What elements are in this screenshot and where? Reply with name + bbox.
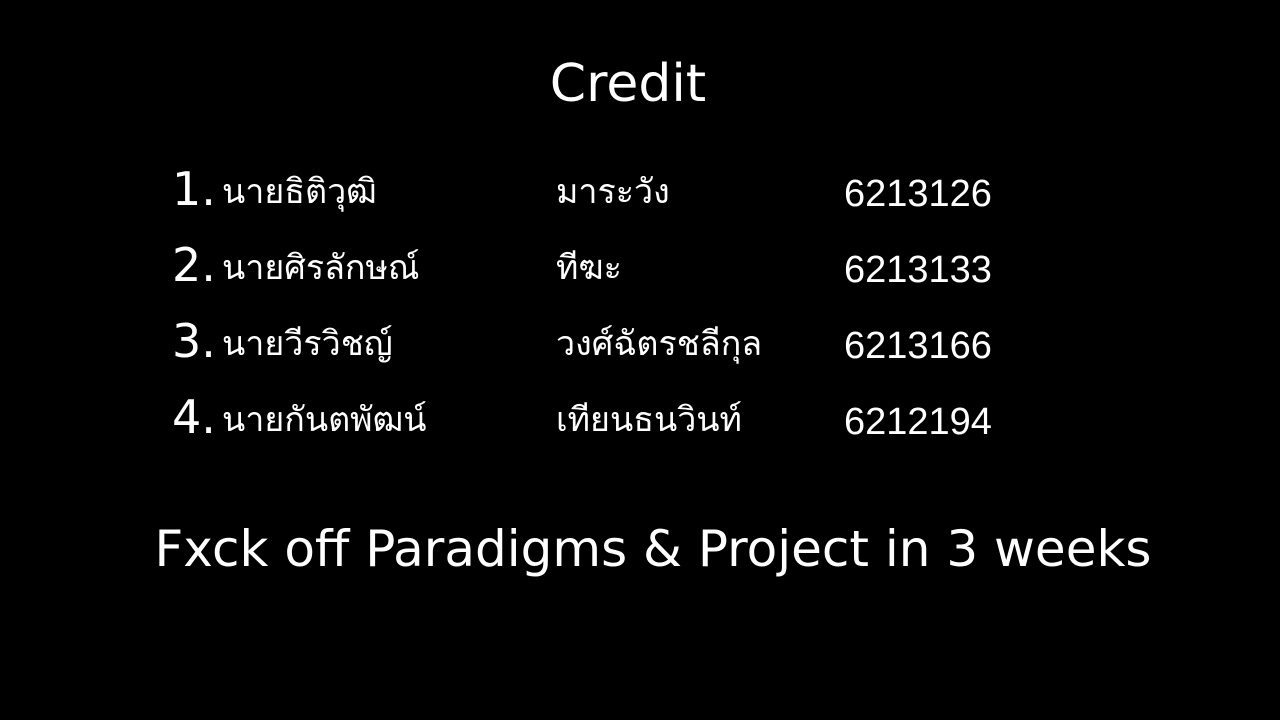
credit-first-name: นายวีรวิชญ์ [222,324,393,364]
credit-first-name: นายธิติวุฒิ [222,172,377,212]
credit-student-id: 6212194 [844,401,992,443]
credit-last-name: วงศ์ฉัตรชลีกุล [556,324,763,364]
credit-number: 4. [172,390,216,444]
credit-row: 3. นายวีรวิชญ์ วงศ์ฉัตรชลีกุล 6213166 [172,310,1072,386]
credit-student-id: 6213126 [844,173,992,215]
credit-last-name: เทียนธนวินท์ [556,400,742,440]
credit-number: 1. [172,162,216,216]
credit-student-id: 6213133 [844,249,992,291]
credit-number: 2. [172,238,216,292]
credit-student-id: 6213166 [844,325,992,367]
credit-first-name: นายกันตพัฒน์ [222,400,427,440]
credit-number: 3. [172,314,216,368]
credit-row: 4. นายกันตพัฒน์ เทียนธนวินท์ 6212194 [172,386,1072,462]
slide: Credit 1. นายธิติวุฒิ มาระวัง 6213126 2.… [0,0,1280,720]
credit-row: 1. นายธิติวุฒิ มาระวัง 6213126 [172,158,1072,234]
slide-footer-text: Fxck off Paradigms & Project in 3 weeks [154,520,1152,578]
credit-row: 2. นายศิรลักษณ์ ทีฆะ 6213133 [172,234,1072,310]
credit-last-name: ทีฆะ [556,248,622,288]
credit-first-name: นายศิรลักษณ์ [222,248,420,288]
credit-last-name: มาระวัง [556,172,670,212]
credits-list: 1. นายธิติวุฒิ มาระวัง 6213126 2. นายศิร… [172,158,1072,462]
slide-title: Credit [549,54,707,114]
